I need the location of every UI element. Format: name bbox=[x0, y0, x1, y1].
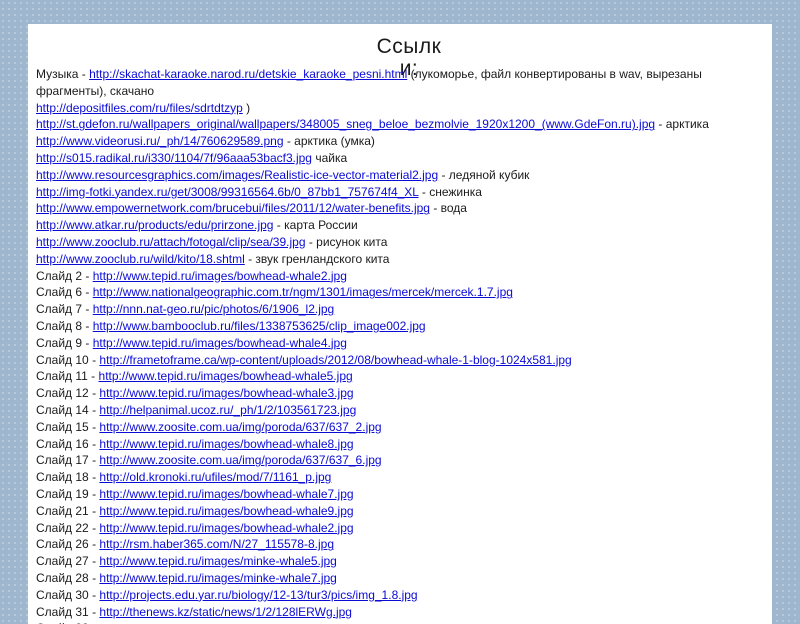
reference-line: Слайд 32 bbox=[36, 620, 766, 624]
reference-link[interactable]: http://www.tepid.ru/images/bowhead-whale… bbox=[93, 336, 347, 350]
reference-prefix: Слайд 19 - bbox=[36, 486, 100, 501]
reference-line: Слайд 26 - http://rsm.haber365.com/N/27_… bbox=[36, 536, 766, 553]
reference-line: Слайд 7 - http://nnn.nat-geo.ru/pic/phot… bbox=[36, 301, 766, 318]
reference-link[interactable]: http://depositfiles.com/ru/files/sdrtdtz… bbox=[36, 101, 243, 115]
reference-link[interactable]: http://www.empowernetwork.com/brucebui/f… bbox=[36, 201, 430, 215]
reference-suffix: ) bbox=[242, 100, 251, 115]
reference-suffix: чайка bbox=[311, 150, 348, 165]
reference-prefix: Слайд 26 - bbox=[36, 537, 100, 552]
reference-prefix: Слайд 15 - bbox=[36, 419, 100, 434]
reference-link[interactable]: http://thenews.kz/static/news/1/2/128lER… bbox=[99, 605, 352, 619]
reference-link[interactable]: http://frametoframe.ca/wp-content/upload… bbox=[99, 353, 571, 367]
reference-link[interactable]: http://www.videorusi.ru/_ph/14/760629589… bbox=[36, 134, 284, 148]
reference-link[interactable]: http://www.tepid.ru/images/minke-whale7.… bbox=[99, 571, 336, 585]
reference-line: Слайд 14 - http://helpanimal.ucoz.ru/_ph… bbox=[36, 402, 766, 419]
reference-link[interactable]: http://www.atkar.ru/products/edu/prirzon… bbox=[36, 218, 273, 232]
reference-prefix: Музыка - bbox=[36, 67, 90, 81]
reference-prefix: Слайд 28 - bbox=[36, 570, 100, 585]
reference-line: Слайд 18 - http://old.kronoki.ru/ufiles/… bbox=[36, 469, 766, 486]
reference-link[interactable]: http://s015.radikal.ru/i330/1104/7f/96aa… bbox=[36, 151, 312, 165]
reference-link[interactable]: http://www.zooclub.ru/attach/fotogal/cli… bbox=[36, 235, 306, 249]
reference-prefix: Слайд 22 - bbox=[36, 520, 100, 535]
reference-line: Слайд 8 - http://www.bambooclub.ru/files… bbox=[36, 318, 766, 335]
reference-line: http://depositfiles.com/ru/files/sdrtdtz… bbox=[36, 100, 766, 117]
reference-line: Слайд 30 - http://projects.edu.yar.ru/bi… bbox=[36, 587, 766, 604]
reference-link[interactable]: http://www.tepid.ru/images/bowhead-whale… bbox=[99, 369, 353, 383]
reference-prefix: Слайд 16 - bbox=[36, 436, 100, 451]
reference-link[interactable]: http://www.tepid.ru/images/bowhead-whale… bbox=[93, 269, 347, 283]
reference-line: http://st.gdefon.ru/wallpapers_original/… bbox=[36, 116, 766, 133]
reference-line: Слайд 2 - http://www.tepid.ru/images/bow… bbox=[36, 268, 766, 285]
reference-prefix: Слайд 17 - bbox=[36, 453, 100, 468]
reference-line: Слайд 17 - http://www.zoosite.com.ua/img… bbox=[36, 452, 766, 469]
reference-suffix: - арктика (умка) bbox=[283, 134, 375, 149]
reference-line: Слайд 11 - http://www.tepid.ru/images/bo… bbox=[36, 368, 766, 385]
references-list: Музыка - http://skachat-karaoke.narod.ru… bbox=[36, 66, 766, 624]
reference-line: http://s015.radikal.ru/i330/1104/7f/96aa… bbox=[36, 150, 766, 167]
reference-suffix: - карта России bbox=[273, 218, 358, 233]
reference-suffix: - вода bbox=[429, 201, 467, 216]
reference-line: Слайд 9 - http://www.tepid.ru/images/bow… bbox=[36, 335, 766, 352]
reference-link[interactable]: http://old.kronoki.ru/ufiles/mod/7/1161_… bbox=[99, 470, 331, 484]
reference-prefix: Слайд 31 - bbox=[36, 604, 100, 619]
reference-line: http://www.videorusi.ru/_ph/14/760629589… bbox=[36, 133, 766, 150]
reference-line: http://www.zooclub.ru/attach/fotogal/cli… bbox=[36, 234, 766, 251]
reference-line: Слайд 10 - http://frametoframe.ca/wp-con… bbox=[36, 352, 766, 369]
reference-link[interactable]: http://rsm.haber365.com/N/27_115578-8.jp… bbox=[99, 537, 334, 551]
reference-line: http://img-fotki.yandex.ru/get/3008/9931… bbox=[36, 184, 766, 201]
reference-link[interactable]: http://www.bambooclub.ru/files/133875362… bbox=[93, 319, 426, 333]
reference-prefix: Слайд 6 - bbox=[36, 285, 93, 300]
reference-link[interactable]: http://www.tepid.ru/images/bowhead-whale… bbox=[99, 437, 353, 451]
reference-link[interactable]: http://www.tepid.ru/images/minke-whale5.… bbox=[99, 554, 336, 568]
reference-link[interactable]: http://www.tepid.ru/images/bowhead-whale… bbox=[99, 386, 353, 400]
reference-link[interactable]: http://www.nationalgeographic.com.tr/ngm… bbox=[93, 285, 513, 299]
reference-line: http://www.empowernetwork.com/brucebui/f… bbox=[36, 200, 766, 217]
reference-line: Слайд 12 - http://www.tepid.ru/images/bo… bbox=[36, 385, 766, 402]
reference-prefix: Слайд 12 - bbox=[36, 386, 100, 401]
reference-link[interactable]: http://www.zoosite.com.ua/img/poroda/637… bbox=[99, 420, 381, 434]
reference-link[interactable]: http://www.zoosite.com.ua/img/poroda/637… bbox=[99, 453, 381, 467]
reference-suffix: - звук гренландского кита bbox=[244, 251, 390, 266]
reference-link[interactable]: http://st.gdefon.ru/wallpapers_original/… bbox=[36, 117, 655, 131]
reference-line: Слайд 16 - http://www.tepid.ru/images/bo… bbox=[36, 436, 766, 453]
reference-prefix: Слайд 27 - bbox=[36, 554, 100, 569]
reference-suffix: - арктика bbox=[655, 117, 709, 132]
reference-line: Слайд 27 - http://www.tepid.ru/images/mi… bbox=[36, 553, 766, 570]
reference-link[interactable]: http://www.tepid.ru/images/bowhead-whale… bbox=[99, 504, 353, 518]
reference-line: Слайд 28 - http://www.tepid.ru/images/mi… bbox=[36, 570, 766, 587]
reference-prefix: Слайд 2 - bbox=[36, 268, 93, 283]
reference-prefix: Слайд 8 - bbox=[36, 318, 93, 333]
reference-prefix: Слайд 18 - bbox=[36, 470, 100, 485]
reference-line: Слайд 19 - http://www.tepid.ru/images/bo… bbox=[36, 486, 766, 503]
reference-line: http://www.resourcesgraphics.com/images/… bbox=[36, 167, 766, 184]
reference-link[interactable]: http://img-fotki.yandex.ru/get/3008/9931… bbox=[36, 185, 419, 199]
reference-line: Слайд 15 - http://www.zoosite.com.ua/img… bbox=[36, 419, 766, 436]
reference-line: http://www.atkar.ru/products/edu/prirzon… bbox=[36, 217, 766, 234]
reference-link[interactable]: http://nnn.nat-geo.ru/pic/photos/6/1906_… bbox=[93, 302, 335, 316]
reference-link[interactable]: http://www.zooclub.ru/wild/kito/18.shtml bbox=[36, 252, 245, 266]
reference-link[interactable]: http://www.tepid.ru/images/bowhead-whale… bbox=[99, 521, 353, 535]
reference-prefix: Слайд 10 - bbox=[36, 352, 100, 367]
reference-link[interactable]: http://skachat-karaoke.narod.ru/detskie_… bbox=[89, 67, 407, 81]
reference-line: Слайд 6 - http://www.nationalgeographic.… bbox=[36, 284, 766, 301]
reference-suffix: - снежинка bbox=[418, 184, 482, 199]
reference-prefix: Слайд 9 - bbox=[36, 335, 93, 350]
reference-suffix: - рисунок кита bbox=[305, 234, 388, 249]
reference-prefix: Слайд 7 - bbox=[36, 302, 93, 317]
reference-line: Музыка - http://skachat-karaoke.narod.ru… bbox=[36, 66, 766, 100]
reference-link[interactable]: http://www.tepid.ru/images/bowhead-whale… bbox=[99, 487, 353, 501]
reference-line: Слайд 21 - http://www.tepid.ru/images/bo… bbox=[36, 503, 766, 520]
reference-line: Слайд 22 - http://www.tepid.ru/images/bo… bbox=[36, 520, 766, 537]
reference-line: http://www.zooclub.ru/wild/kito/18.shtml… bbox=[36, 251, 766, 268]
reference-suffix: - ледяной кубик bbox=[438, 167, 530, 182]
reference-prefix: Слайд 21 - bbox=[36, 503, 100, 518]
reference-prefix: Слайд 11 - bbox=[36, 369, 99, 384]
reference-line: Слайд 31 - http://thenews.kz/static/news… bbox=[36, 604, 766, 621]
slide-panel: Ссылки: Музыка - http://skachat-karaoke.… bbox=[28, 24, 772, 624]
reference-link[interactable]: http://helpanimal.ucoz.ru/_ph/1/2/103561… bbox=[99, 403, 356, 417]
reference-link[interactable]: http://www.resourcesgraphics.com/images/… bbox=[36, 168, 438, 182]
reference-prefix: Слайд 14 - bbox=[36, 402, 100, 417]
